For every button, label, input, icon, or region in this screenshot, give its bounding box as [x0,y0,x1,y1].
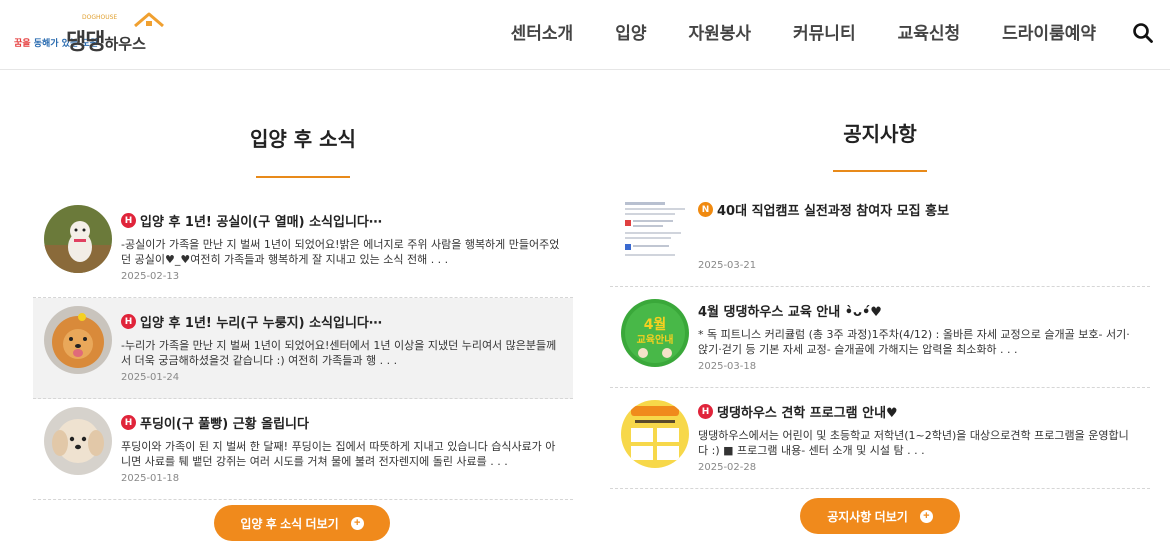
list-item[interactable]: N 40대 직업캠프 실전과정 참여자 모집 홍보 2025-03-21 [610,186,1150,287]
adoption-list: H 입양 후 1년! 공실이(구 열매) 소식입니다⋯ -공실이가 가족을 만난 … [33,197,573,500]
notice-list: N 40대 직업캠프 실전과정 참여자 모집 홍보 2025-03-21 4월 교… [610,186,1150,489]
site-header: DOGHOUSE 꿈을 동해가 있는 도원 댕댕하우스 센터소개 입양 자원봉사… [0,0,1170,70]
program-poster-thumbnail [621,400,689,468]
item-date: 2025-02-28 [698,462,757,473]
plus-circle-icon: + [919,509,933,523]
nav-item-community[interactable]: 커뮤니티 [793,19,856,44]
item-title[interactable]: H 입양 후 1년! 누리(구 누룽지) 소식입니다⋯ [121,312,382,331]
item-title[interactable]: H 입양 후 1년! 공실이(구 열매) 소식입니다⋯ [121,211,382,230]
notice-more-button[interactable]: 공지사항 더보기 + [800,498,960,534]
item-date: 2025-03-18 [698,361,757,372]
dog-photo-thumbnail [44,205,112,273]
list-item[interactable]: H 입양 후 1년! 누리(구 누룽지) 소식입니다⋯ -누리가 가족을 만난 지… [33,298,573,399]
item-title[interactable]: H 댕댕하우스 견학 프로그램 안내♥ [698,402,898,421]
nav-item-volunteer[interactable]: 자원봉사 [688,19,751,44]
search-icon[interactable] [1132,22,1154,44]
dog-photo-thumbnail [44,407,112,475]
education-poster-thumbnail: 4월 교육안내 [621,299,689,367]
adoption-more-button[interactable]: 입양 후 소식 더보기 + [214,505,390,541]
item-date: 2025-01-18 [121,473,180,484]
item-title[interactable]: 4월 댕댕하우스 교육 안내 •̀ᴗ•́♥ [698,301,882,320]
item-excerpt: 댕댕하우스에서는 어린이 및 초등학교 저학년(1~2학년)을 대상으로견학 프… [698,429,1129,457]
item-date: 2025-03-21 [698,260,757,271]
list-item[interactable]: H 푸딩이(구 풀빵) 근황 올립니다 푸딩이와 가족이 된 지 벌써 한 달째!… [33,399,573,500]
item-excerpt: 푸딩이와 가족이 된 지 벌써 한 달째! 푸딩이는 집에서 따뜻하게 지내고 … [121,440,556,468]
list-item[interactable]: H 입양 후 1년! 공실이(구 열매) 소식입니다⋯ -공실이가 가족을 만난 … [33,197,573,298]
document-thumbnail [621,198,689,266]
title-divider [833,170,927,172]
item-excerpt: -누리가 가족을 만난 지 벌써 1년이 되었어요!센터에서 1년 이상을 지냈… [121,339,557,367]
title-divider [256,176,350,178]
logo-sub-text: DOGHOUSE [82,14,118,21]
item-excerpt: -공실이가 가족을 만난 지 벌써 1년이 되었어요!밝은 에너지로 주위 사람… [121,238,560,266]
adoption-section-title: 입양 후 소식 [250,127,356,151]
hot-badge-icon: H [698,404,713,419]
poster-text: 4월 [644,316,667,333]
hot-badge-icon: H [121,213,136,228]
dog-photo-thumbnail [44,306,112,374]
site-logo[interactable]: DOGHOUSE 꿈을 동해가 있는 도원 댕댕하우스 [14,10,174,55]
list-item[interactable]: H 댕댕하우스 견학 프로그램 안내♥ 댕댕하우스에서는 어린이 및 초등학교 저… [610,388,1150,489]
item-excerpt: * 독 피트니스 커리큘럼 (총 3주 과정)1주차(4/12) : 올바른 자… [698,328,1130,356]
adoption-news-section: 입양 후 소식 H 입양 후 1년! 공실이(구 열매) 소식입니다⋯ -공실이가… [33,70,573,541]
new-badge-icon: N [698,202,713,217]
notice-section: 공지사항 N 40대 직업캠프 실전과정 참여자 모집 홍보 2025-03-21 [610,70,1150,534]
plus-circle-icon: + [350,516,364,530]
item-title[interactable]: H 푸딩이(구 풀빵) 근황 올립니다 [121,413,309,432]
hot-badge-icon: H [121,415,136,430]
list-item[interactable]: 4월 교육안내 4월 댕댕하우스 교육 안내 •̀ᴗ•́♥ * 독 피트니스 커… [610,287,1150,388]
hot-badge-icon: H [121,314,136,329]
nav-item-adoption[interactable]: 입양 [615,19,646,44]
logo-brand: 댕댕하우스 [66,30,146,55]
poster-text: 교육안내 [637,333,674,346]
notice-section-title: 공지사항 [843,122,917,146]
item-date: 2025-02-13 [121,271,180,282]
nav-item-center[interactable]: 센터소개 [511,19,574,44]
main-nav: 센터소개 입양 자원봉사 커뮤니티 교육신청 드라이룸예약 [469,19,1096,44]
item-date: 2025-01-24 [121,372,180,383]
nav-item-education[interactable]: 교육신청 [898,19,961,44]
nav-item-dryroom[interactable]: 드라이룸예약 [1002,19,1096,44]
item-title[interactable]: N 40대 직업캠프 실전과정 참여자 모집 홍보 [698,200,949,219]
